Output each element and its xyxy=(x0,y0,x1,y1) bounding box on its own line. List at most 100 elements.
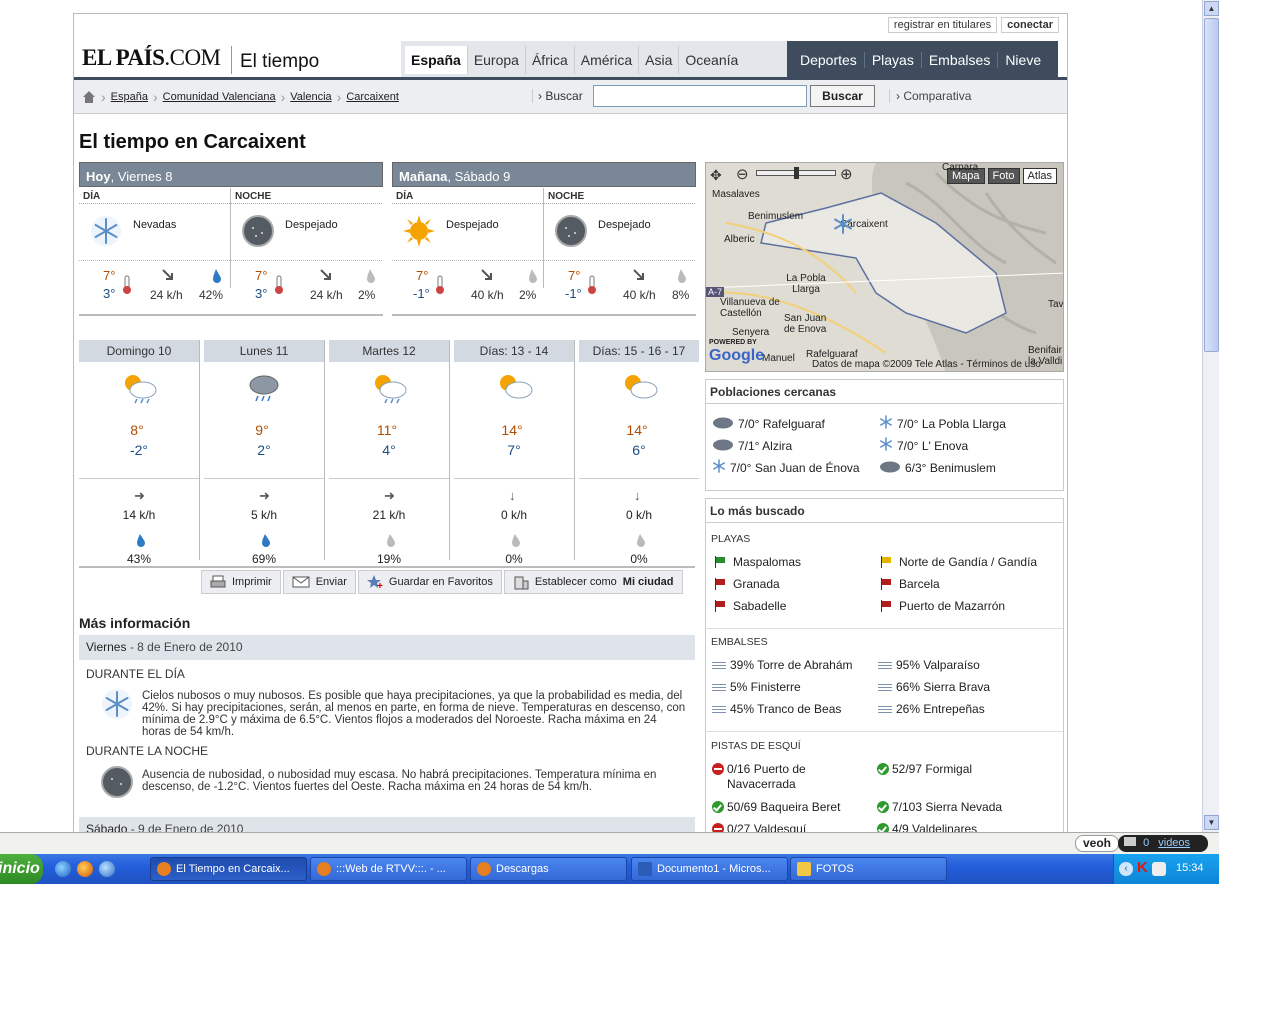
firefox-icon[interactable] xyxy=(77,861,93,877)
nearby-town-item[interactable]: 7/0° San Juan de Énova xyxy=(712,459,860,476)
chevron-left-icon[interactable]: ‹ xyxy=(1119,862,1133,876)
beach-item[interactable]: Puerto de Mazarrón xyxy=(880,599,1005,613)
forecast-day-label: Lunes 11 xyxy=(204,340,324,362)
breadcrumb-bar: › España › Comunidad Valenciana › Valenc… xyxy=(74,80,1067,114)
nearby-town-item[interactable]: 6/3° Benimuslem xyxy=(879,459,996,476)
zoom-slider-handle[interactable] xyxy=(794,167,799,179)
photo-type-button[interactable]: Foto xyxy=(987,168,1020,184)
snow-icon xyxy=(879,437,893,454)
google-logo[interactable]: Google xyxy=(709,347,764,365)
nearby-towns-title: Poblaciones cercanas xyxy=(706,380,1063,404)
reservoir-icon xyxy=(878,660,892,670)
scroll-thumb[interactable] xyxy=(1204,18,1219,352)
home-icon[interactable] xyxy=(82,91,96,103)
favorites-button[interactable]: + Guardar en Favoritos xyxy=(357,570,502,594)
breadcrumb-valencia[interactable]: Valencia xyxy=(290,91,331,103)
tomorrow-header: Mañana, Sábado 9 xyxy=(392,162,696,187)
beach-item[interactable]: Norte de Gandía / Gandía xyxy=(880,555,1037,569)
tab-embalses[interactable]: Embalses xyxy=(920,51,997,68)
pan-icon[interactable]: ✥ xyxy=(710,167,722,184)
ski-resort-item[interactable]: 7/103 Sierra Nevada xyxy=(877,800,1057,815)
zoom-in-icon[interactable]: ⊕ xyxy=(840,165,853,183)
scroll-down-button[interactable]: ▼ xyxy=(1204,815,1219,830)
scroll-up-button[interactable]: ▲ xyxy=(1204,1,1219,16)
map-copyright[interactable]: Datos de mapa ©2009 Tele Atlas - Término… xyxy=(812,359,1041,370)
most-searched-title: Lo más buscado xyxy=(706,499,1063,523)
browser-icon[interactable] xyxy=(99,861,115,877)
ski-resort-item[interactable]: 0/16 Puerto de Navacerrada xyxy=(712,762,862,792)
clock: 15:34 xyxy=(1176,862,1204,874)
tab-oceania[interactable]: Oceanía xyxy=(678,45,744,74)
veoh-logo[interactable]: veoh xyxy=(1075,835,1119,852)
taskbar-item[interactable]: El Tiempo en Carcaix... xyxy=(150,857,307,881)
ski-resort-item[interactable]: 4/9 Valdelinares xyxy=(877,822,1057,832)
veoh-videos-button[interactable]: 0 videos xyxy=(1118,835,1208,852)
envelope-icon xyxy=(292,576,310,588)
tab-nieve[interactable]: Nieve xyxy=(997,51,1048,68)
veoh-label: videos xyxy=(1158,837,1191,849)
location-map[interactable]: ✥ ⊖ ⊕ Mapa Foto Atlas Masalaves Benimusl… xyxy=(705,162,1064,372)
closed-icon xyxy=(712,763,724,775)
ski-resort-item[interactable]: 0/27 Valdesquí xyxy=(712,822,862,832)
breadcrumb-espana[interactable]: España xyxy=(111,91,148,103)
taskbar-item[interactable]: Descargas xyxy=(470,857,627,881)
print-button[interactable]: Imprimir xyxy=(201,570,281,594)
ski-resort-item[interactable]: 52/97 Formigal xyxy=(877,762,1057,777)
breadcrumb: › España › Comunidad Valenciana › Valenc… xyxy=(82,89,399,105)
beach-item[interactable]: Barcela xyxy=(880,577,940,591)
elpais-logo[interactable]: EL PAÍS.COM xyxy=(82,45,221,71)
tab-europa[interactable]: Europa xyxy=(466,45,525,74)
taskbar-item[interactable]: FOTOS xyxy=(790,857,947,881)
send-button[interactable]: Enviar xyxy=(282,570,356,594)
taskbar-item[interactable]: :::Web de RTVV:::. - ... xyxy=(310,857,467,881)
reservoir-item[interactable]: 45% Tranco de Beas xyxy=(712,702,841,716)
network-icon[interactable] xyxy=(1152,862,1166,876)
wind-arrow-icon: ➜ xyxy=(384,488,395,503)
tab-asia[interactable]: Asia xyxy=(638,45,678,74)
tomorrow-night: NOCHE Despejado 7° -1° 40 k/h 8% xyxy=(544,188,695,316)
reservoir-item[interactable]: 66% Sierra Brava xyxy=(878,680,990,694)
beach-item[interactable]: Maspalomas xyxy=(714,555,801,569)
breadcrumb-comunidad[interactable]: Comunidad Valenciana xyxy=(163,91,276,103)
start-button[interactable]: inicio xyxy=(0,854,43,884)
breadcrumb-carcaixent[interactable]: Carcaixent xyxy=(346,91,399,103)
ie-icon[interactable] xyxy=(55,861,71,877)
reservoir-item[interactable]: 26% Entrepeñas xyxy=(878,702,985,716)
taskbar-item[interactable]: Documento1 - Micros... xyxy=(631,857,788,881)
reservoir-item[interactable]: 95% Valparaíso xyxy=(878,658,980,672)
wind-speed: 0 k/h xyxy=(500,508,527,522)
rain-probability: 19% xyxy=(376,552,402,566)
register-link[interactable]: registrar en titulares xyxy=(887,17,998,33)
tab-espana[interactable]: España xyxy=(405,45,467,74)
atlas-type-button[interactable]: Atlas xyxy=(1022,168,1058,184)
search-input[interactable] xyxy=(593,85,807,107)
day-forecast-text: Cielos nubosos o muy nubosos. Es posible… xyxy=(142,690,686,738)
tab-africa[interactable]: África xyxy=(524,45,574,74)
reservoir-item[interactable]: 39% Torre de Abrahám xyxy=(712,658,853,672)
nearby-town-item[interactable]: 7/0° L' Enova xyxy=(879,437,968,454)
nearby-town-item[interactable]: 7/0° Rafelguaraf xyxy=(712,415,825,432)
set-my-city-button[interactable]: Establecer como Mi ciudad xyxy=(503,570,683,594)
nearby-town-item[interactable]: 7/0° La Pobla Llarga xyxy=(879,415,1006,432)
rain-drop-icon xyxy=(507,533,521,550)
beach-item[interactable]: Sabadelle xyxy=(714,599,786,613)
tab-america[interactable]: América xyxy=(573,45,638,74)
tab-playas[interactable]: Playas xyxy=(863,51,921,68)
tab-deportes[interactable]: Deportes xyxy=(793,52,864,68)
reservoir-item[interactable]: 5% Finisterre xyxy=(712,680,801,694)
moon-clear-icon xyxy=(100,765,134,802)
zoom-out-icon[interactable]: ⊖ xyxy=(736,165,749,183)
ski-resort-item[interactable]: 50/69 Baqueira Beret xyxy=(712,800,862,815)
vertical-scrollbar[interactable]: ▲ ▼ xyxy=(1202,0,1219,832)
comparativa-link[interactable]: › Comparativa xyxy=(889,89,971,103)
nearby-town-item[interactable]: 7/1° Alzira xyxy=(712,437,792,454)
kaspersky-icon[interactable]: K xyxy=(1137,859,1148,876)
night-forecast-text: Ausencia de nubosidad, o nubosidad muy e… xyxy=(142,769,657,793)
connect-link[interactable]: conectar xyxy=(1001,17,1059,33)
temp-max: 14° xyxy=(626,422,648,438)
beach-item[interactable]: Granada xyxy=(714,577,780,591)
ski-resort-name: 0/27 Valdesquí xyxy=(727,822,807,832)
search-button[interactable]: Buscar xyxy=(810,85,875,107)
sun-cloud-rain-icon xyxy=(369,370,409,407)
wind-arrow-icon xyxy=(320,269,331,280)
